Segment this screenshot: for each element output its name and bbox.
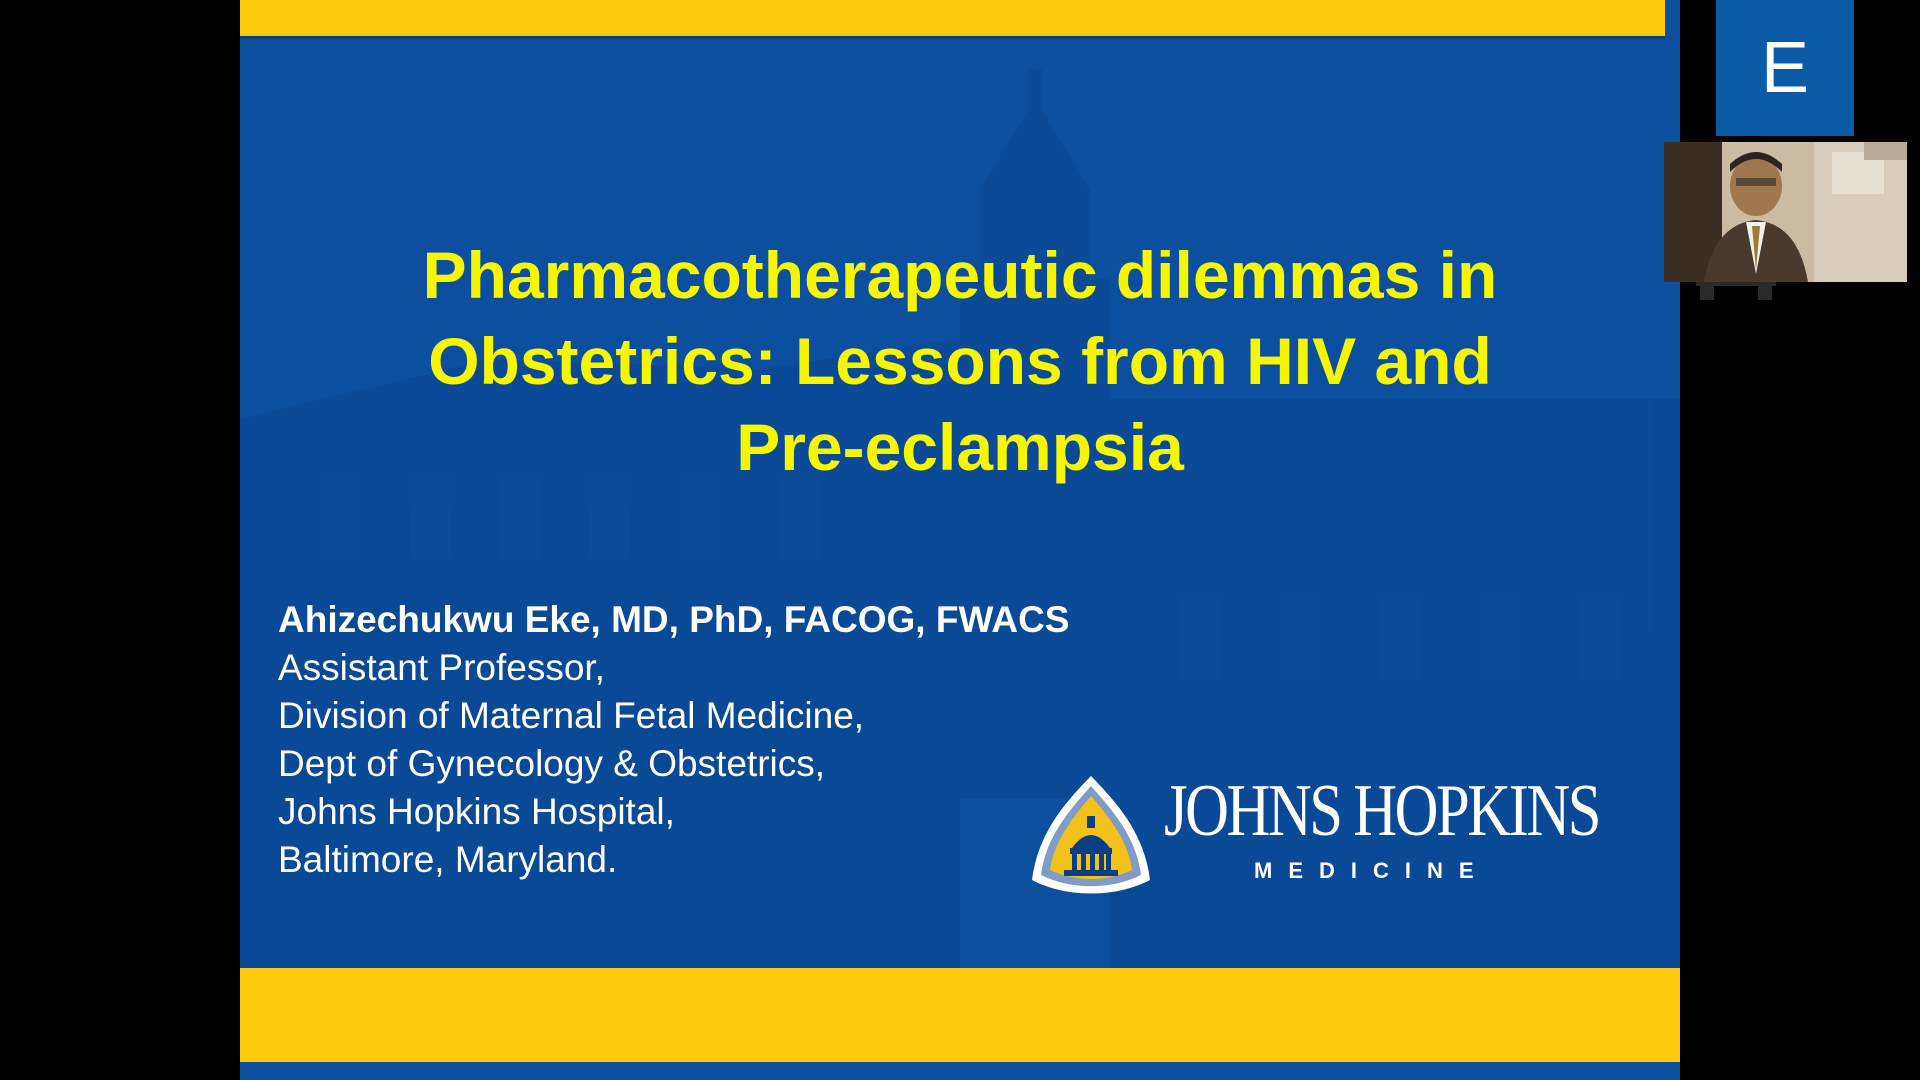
participant-initial-tile[interactable]: E [1716,0,1854,136]
logo-subtitle: MEDICINE [1254,858,1490,883]
shared-slide: Pharmacotherapeutic dilemmas in Obstetri… [240,0,1680,1080]
slide-title: Pharmacotherapeutic dilemmas in Obstetri… [300,232,1620,490]
participant-initial: E [1760,28,1810,108]
presenter-block: Ahizechukwu Eke, MD, PhD, FACOG, FWACS A… [278,596,1069,884]
slide-top-band [240,0,1665,36]
presenter-detail-line: Assistant Professor, [278,647,605,688]
participant-video-tile[interactable] [1664,142,1907,282]
slide-title-line: Pre-eclampsia [736,410,1184,484]
presenter-detail-line: Division of Maternal Fetal Medicine, [278,695,865,736]
participant-video-feed [1664,142,1907,282]
johns-hopkins-logo: JOHNS HOPKINS MEDICINE [1026,770,1626,902]
presenter-detail-line: Dept of Gynecology & Obstetrics, [278,743,826,784]
presenter-name: Ahizechukwu Eke, MD, PhD, FACOG, FWACS [278,599,1070,640]
slide-title-line: Obstetrics: Lessons from HIV and [428,324,1492,398]
meeting-screen: Pharmacotherapeutic dilemmas in Obstetri… [0,0,1920,1080]
presenter-detail-line: Baltimore, Maryland. [278,839,618,880]
slide-bottom-band [240,968,1680,1062]
dome-shield-icon [1032,776,1150,894]
slide-bottom-band-edge [240,1062,1680,1080]
presenter-detail-line: Johns Hopkins Hospital, [278,791,675,832]
video-tile-footer-icon [1696,282,1776,300]
logo-wordmark: JOHNS HOPKINS [1164,770,1601,852]
slide-title-line: Pharmacotherapeutic dilemmas in [422,238,1498,312]
